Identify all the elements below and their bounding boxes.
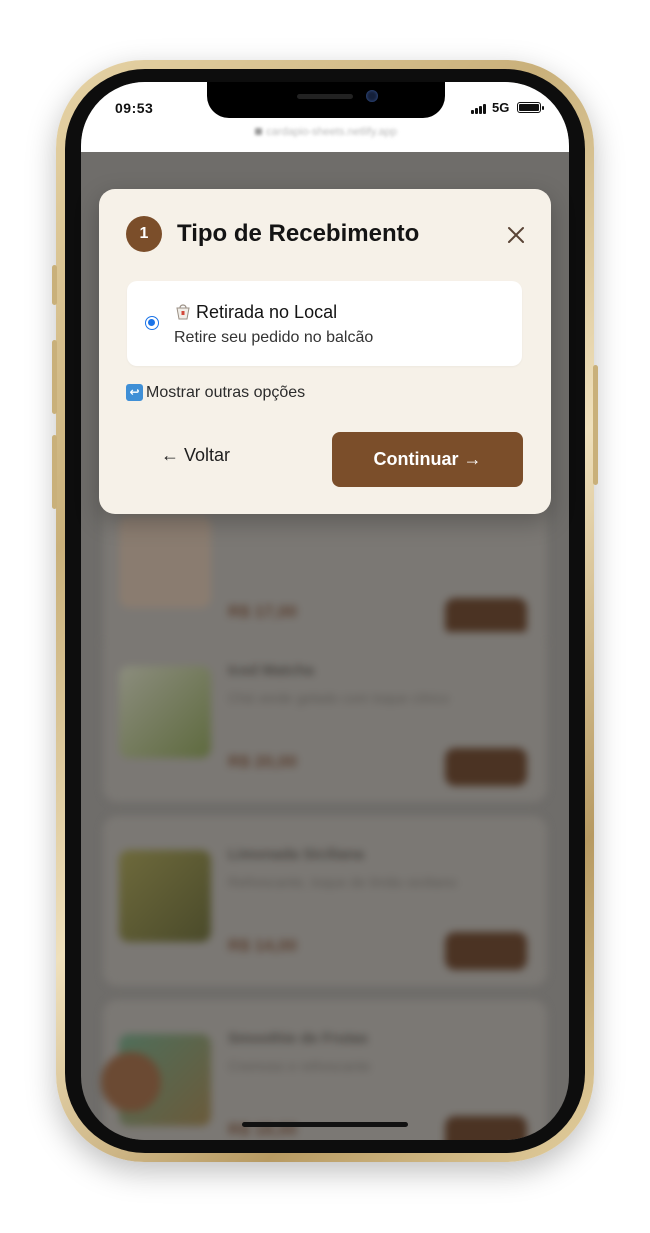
step-number-badge: 1 [126,216,162,252]
option-title: Retirada no Local [196,302,338,322]
speaker-grille [297,94,353,99]
menu-item-name: Smoothie de Frutas [228,1030,369,1047]
close-icon[interactable] [505,224,527,246]
pickup-option-card[interactable]: Retirada no Local Retire seu pedido no b… [127,281,522,366]
lock-icon [255,128,263,135]
takeout-box-icon [174,302,192,320]
menu-item-price: R$ 14,00 [228,936,297,955]
front-camera-icon [366,90,378,102]
floating-cart-button[interactable] [101,1052,161,1112]
signal-icon [471,104,487,114]
phone-side-button [52,265,57,305]
url-text: cardapio-sheets.netlify.app [266,126,397,138]
network-type: 5G [492,100,510,115]
menu-item-image [119,666,211,758]
menu-item-price: R$ 17,00 [228,602,297,621]
phone-power-button [593,365,598,485]
status-time: 09:53 [115,100,154,116]
add-to-cart-button[interactable] [445,598,527,636]
menu-item-price: R$ 20,00 [228,752,297,771]
option-subtitle: Retire seu pedido no balcão [174,329,374,346]
menu-item-image [119,850,211,942]
add-to-cart-button[interactable] [445,748,527,786]
menu-item-card: Iced Matcha Chá verde gelado com toque c… [103,632,547,802]
phone-volume-down-button [52,435,57,509]
menu-item-description: Cremoso e refrescante [228,1058,371,1074]
menu-item-card: Smoothie de Frutas Cremoso e refrescante… [103,1000,547,1140]
add-to-cart-button[interactable] [445,932,527,970]
radio-selected-icon[interactable] [145,316,159,330]
menu-item-description: Refrescante, toque de limão siciliano [228,874,457,890]
continue-button[interactable]: Continuar → [332,432,523,487]
menu-item-description: Chá verde gelado com toque cítrico [228,690,450,706]
show-more-options-label: Mostrar outras opções [146,384,306,401]
menu-item-card: Limonada Siciliana Refrescante, toque de… [103,816,547,986]
delivery-type-modal: 1 Tipo de Recebimento Retirada no Local … [99,189,551,514]
battery-icon [517,102,544,113]
menu-item-image [119,516,211,608]
modal-title: Tipo de Recebimento [177,220,420,247]
return-arrow-icon: ↩ [126,384,143,401]
menu-item-name: Iced Matcha [228,662,314,679]
camera-notch [207,82,445,118]
home-indicator[interactable] [242,1122,408,1127]
url-bar[interactable]: cardapio-sheets.netlify.app [231,126,421,142]
phone-volume-up-button [52,340,57,414]
add-to-cart-button[interactable] [445,1116,527,1140]
menu-item-name: Limonada Siciliana [228,846,364,863]
back-button[interactable]: ← Voltar [161,445,230,473]
status-bar: 09:53 5G cardapio-sheets.netlify.app [81,82,569,152]
